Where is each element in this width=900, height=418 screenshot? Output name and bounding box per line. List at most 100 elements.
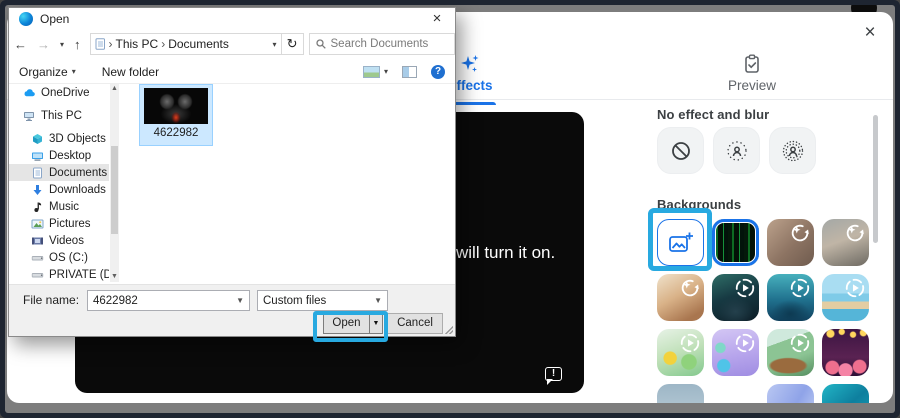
- browser-window: × Effects Preview will turn it on. ! No …: [0, 0, 900, 418]
- sidebar-scroll-thumb[interactable]: [111, 146, 118, 234]
- section-backgrounds-label: Backgrounds: [657, 197, 742, 212]
- sidebar-item-videos[interactable]: Videos: [9, 232, 109, 249]
- sidebar-item-label: Desktop: [49, 149, 92, 162]
- sidebar-item-label: Music: [49, 200, 80, 213]
- dialog-navbar: ← → ▾ ↑ › This PC › Documents ▾ ↻: [9, 32, 455, 56]
- file-item-selected[interactable]: 4622982: [139, 84, 213, 146]
- ai-generate-icon: [679, 277, 701, 299]
- no-effect-button[interactable]: [657, 127, 704, 174]
- breadcrumb[interactable]: › This PC › Documents ▾: [89, 33, 282, 55]
- file-type-combobox[interactable]: Custom files ▼: [257, 290, 388, 311]
- sidebar-item-label: OneDrive: [41, 86, 90, 99]
- up-icon[interactable]: ↑: [69, 37, 86, 52]
- sidebar-item-private-d-[interactable]: PRIVATE (D:): [9, 266, 109, 282]
- file-name-combobox[interactable]: 4622982 ▼: [87, 290, 250, 311]
- file-name-label: File name:: [23, 293, 80, 307]
- background-cartoon-forest[interactable]: [767, 329, 814, 376]
- dialog-titlebar[interactable]: Open: [9, 8, 455, 30]
- background-cartoon-kitchen[interactable]: [657, 329, 704, 376]
- cancel-button[interactable]: Cancel: [387, 313, 443, 334]
- sidebar-scrollbar[interactable]: ▲ ▼: [110, 84, 119, 282]
- file-type-value: Custom files: [263, 294, 327, 307]
- forward-icon[interactable]: →: [32, 37, 55, 52]
- background-beach-island[interactable]: [822, 274, 869, 321]
- sidebar-item-desktop[interactable]: Desktop: [9, 147, 109, 164]
- organize-button[interactable]: Organize ▾: [19, 65, 76, 79]
- new-folder-button[interactable]: New folder: [102, 65, 159, 79]
- refresh-icon[interactable]: ↻: [281, 33, 304, 55]
- view-mode-caret-icon: ▾: [383, 67, 388, 76]
- effects-scrollbar[interactable]: [873, 115, 878, 243]
- pic-icon: [31, 218, 44, 230]
- background-lantern-night[interactable]: [822, 329, 869, 376]
- play-icon: [844, 277, 866, 299]
- open-split-arrow[interactable]: ▼: [369, 313, 383, 334]
- cloud-icon: [23, 87, 36, 99]
- sidebar-item-downloads[interactable]: Downloads: [9, 181, 109, 198]
- no-effect-icon: [670, 140, 692, 162]
- note-icon: [31, 201, 44, 213]
- background-sky-cyan[interactable]: [712, 384, 759, 403]
- background-upload-background[interactable]: [657, 219, 704, 266]
- background-rainy-window[interactable]: [822, 219, 869, 266]
- drive-icon: [31, 269, 44, 281]
- breadcrumb-segment[interactable]: Documents: [168, 37, 229, 51]
- open-button[interactable]: Open: [323, 313, 369, 334]
- sidebar-item-documents[interactable]: Documents: [9, 164, 109, 181]
- sidebar-item-pictures[interactable]: Pictures: [9, 215, 109, 232]
- slight-blur-icon: [725, 139, 749, 163]
- sidebar-item-this-pc[interactable]: This PC: [9, 107, 109, 124]
- full-blur-button[interactable]: [769, 127, 816, 174]
- background-purple-room[interactable]: [712, 329, 759, 376]
- background-underwater[interactable]: [767, 274, 814, 321]
- close-icon[interactable]: ×: [859, 22, 881, 44]
- sidebar-item-label: OS (C:): [49, 251, 88, 264]
- camera-off-message: will turn it on.: [456, 243, 556, 262]
- breadcrumb-separator: ›: [161, 37, 166, 51]
- down-icon: [31, 184, 44, 196]
- background-matrix-code[interactable]: [712, 219, 759, 266]
- background-clouds-purple[interactable]: [767, 384, 814, 403]
- background-spaceship[interactable]: [712, 274, 759, 321]
- breadcrumb-chevron-icon[interactable]: ▾: [273, 40, 277, 49]
- background-warm-room[interactable]: [657, 274, 704, 321]
- preview-pane-icon[interactable]: [402, 65, 417, 78]
- scroll-up-icon[interactable]: ▲: [110, 84, 119, 94]
- resize-grip[interactable]: [445, 326, 453, 334]
- sidebar-item-3d-objects[interactable]: 3D Objects: [9, 130, 109, 147]
- background-blurred-room[interactable]: [767, 219, 814, 266]
- sidebar-item-os-c-[interactable]: OS (C:): [9, 249, 109, 266]
- help-icon[interactable]: ?: [431, 64, 445, 79]
- slight-blur-button[interactable]: [713, 127, 760, 174]
- dialog-toolbar: Organize ▾ New folder ▾ ?: [9, 60, 455, 84]
- organize-caret-icon: ▾: [71, 67, 76, 76]
- file-name-caption: 4622982: [153, 127, 199, 139]
- sidebar-item-label: This PC: [41, 109, 82, 122]
- search-input[interactable]: [330, 38, 441, 50]
- background-sky-gray[interactable]: [657, 384, 704, 403]
- open-file-dialog: Open × ← → ▾ ↑ ›This PC›Documents▾ ↻: [8, 7, 456, 342]
- dialog-close-icon[interactable]: ×: [427, 10, 447, 28]
- sidebar-item-label: 3D Objects: [49, 132, 106, 145]
- tab-preview[interactable]: Preview: [712, 54, 792, 93]
- search-box[interactable]: [308, 33, 455, 55]
- history-chevron-icon[interactable]: ▾: [55, 40, 69, 49]
- sidebar-item-label: Pictures: [49, 217, 91, 230]
- sidebar-item-music[interactable]: Music: [9, 198, 109, 215]
- background-teal-swirl[interactable]: [822, 384, 869, 403]
- file-thumbnail-image: [144, 88, 208, 124]
- view-mode-button[interactable]: ▾: [362, 65, 388, 78]
- combobox-chevron-icon: ▼: [236, 296, 244, 305]
- sidebar-item-label: Videos: [49, 234, 84, 247]
- document-icon: [95, 38, 105, 50]
- doc-icon: [31, 167, 44, 179]
- scroll-down-icon[interactable]: ▼: [110, 272, 119, 282]
- video-icon: [31, 235, 44, 247]
- back-icon[interactable]: ←: [9, 37, 32, 52]
- ai-generate-icon: [844, 222, 866, 244]
- breadcrumb-segment[interactable]: This PC: [116, 37, 159, 51]
- navigation-sidebar: OneDrive This PC 3D Objects Desktop Document…: [9, 84, 109, 282]
- feedback-icon[interactable]: !: [545, 367, 562, 385]
- file-name-value: 4622982: [93, 294, 138, 307]
- sidebar-item-onedrive[interactable]: OneDrive: [9, 84, 109, 101]
